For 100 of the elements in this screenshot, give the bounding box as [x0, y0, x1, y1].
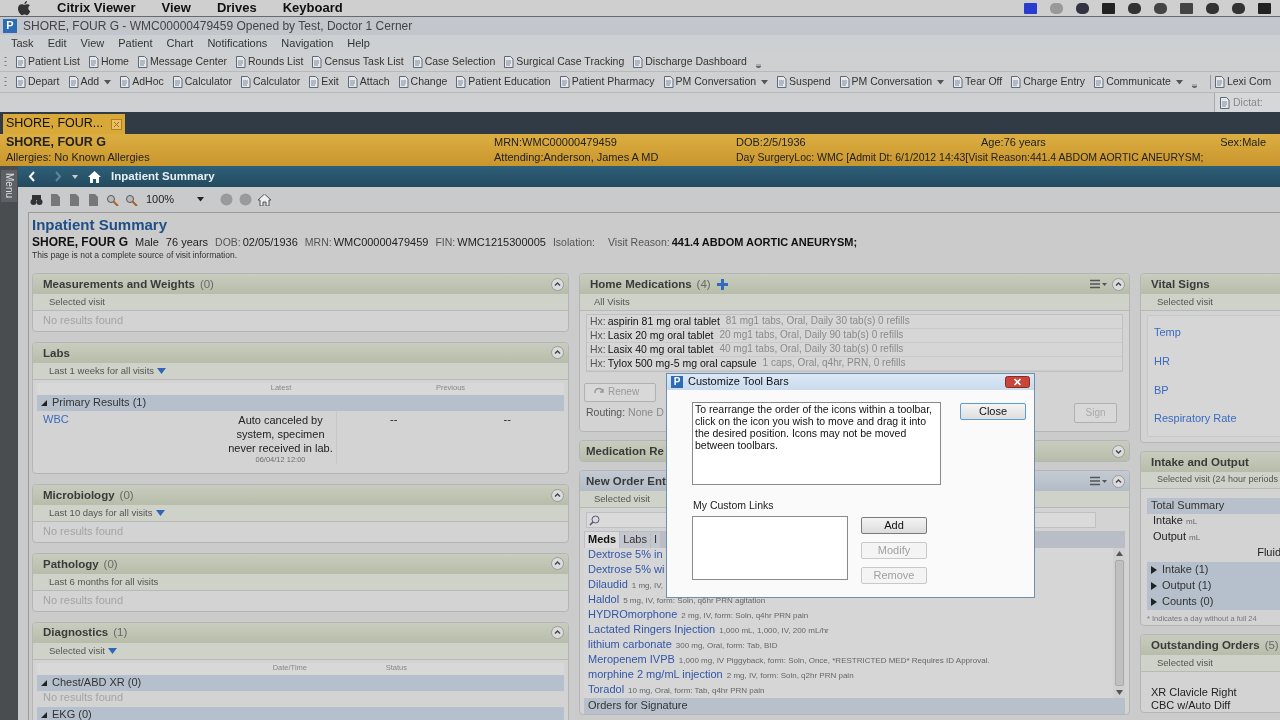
close-icon[interactable] — [1005, 376, 1030, 388]
menu-item[interactable]: Task — [11, 36, 34, 51]
toolbar-button[interactable]: Depart — [15, 75, 60, 89]
toolbar-button[interactable]: Attach — [346, 75, 390, 89]
order-link[interactable]: Toradol — [588, 683, 625, 697]
menu-item[interactable]: Help — [347, 36, 370, 51]
collapsed-triangle-icon[interactable] — [1151, 566, 1158, 574]
dialog-button[interactable]: Add — [861, 517, 927, 534]
expanded-triangle-icon[interactable] — [41, 710, 48, 719]
toolbar-button[interactable]: Exit — [308, 75, 339, 89]
dropdown-caret-icon[interactable] — [157, 367, 167, 374]
menu-item[interactable]: Navigation — [281, 36, 334, 51]
status-icon[interactable] — [1075, 1, 1090, 15]
document-icon[interactable] — [68, 193, 81, 206]
vital-sign-link[interactable]: HR — [1148, 354, 1280, 369]
dropdown-caret-icon[interactable] — [155, 510, 165, 517]
toolbar-button[interactable]: Communicate — [1093, 75, 1183, 89]
order-link[interactable]: Dextrose 5% in — [588, 548, 663, 562]
menu-bar-item[interactable]: Citrix Viewer — [57, 0, 136, 17]
binoculars-icon[interactable] — [30, 193, 43, 206]
caret-icon[interactable] — [72, 174, 78, 179]
tab[interactable]: Meds — [585, 532, 620, 548]
home-icon[interactable] — [258, 193, 271, 206]
list-menu-icon[interactable] — [1090, 279, 1107, 289]
group-row[interactable]: Output (1) — [1147, 578, 1280, 594]
expanded-triangle-icon[interactable] — [41, 678, 48, 687]
menu-item[interactable]: View — [80, 36, 105, 51]
menu-bar-item[interactable]: Keyboard — [282, 0, 343, 17]
toolbar-button[interactable]: PM Conversation — [838, 75, 945, 89]
toolbar-button[interactable]: Patient List — [15, 54, 80, 69]
order-link[interactable]: Haldol — [588, 593, 620, 607]
collapse-icon[interactable] — [1112, 277, 1125, 291]
status-icon[interactable] — [1023, 1, 1038, 15]
order-link[interactable]: Dextrose 5% wi — [588, 563, 665, 577]
toolbar-button[interactable]: Lexi Com — [1209, 75, 1272, 89]
document-icon[interactable] — [49, 193, 62, 206]
status-icon[interactable] — [1179, 1, 1194, 15]
menu-bar-item[interactable]: View — [161, 0, 191, 17]
document-icon[interactable] — [87, 193, 100, 206]
menu-item[interactable]: Notifications — [207, 36, 268, 51]
toolbar-button[interactable]: Suspend — [776, 75, 831, 89]
home-icon[interactable] — [88, 170, 101, 183]
scroll-up-icon[interactable] — [1115, 551, 1123, 556]
custom-links-list[interactable] — [692, 516, 848, 580]
menu-item[interactable]: Edit — [47, 36, 67, 51]
toolbar-button[interactable]: Home — [87, 54, 129, 69]
collapsed-triangle-icon[interactable] — [1151, 598, 1158, 606]
toolbar-button[interactable]: Patient Education — [455, 75, 551, 89]
collapsed-triangle-icon[interactable] — [1151, 582, 1158, 590]
close-button[interactable]: Close — [960, 403, 1026, 420]
menu-item[interactable]: Chart — [166, 36, 194, 51]
status-icon[interactable] — [1153, 1, 1168, 15]
status-icon[interactable] — [1127, 1, 1142, 15]
zoom-dropdown[interactable]: 100% — [144, 191, 206, 208]
zoom-in-icon[interactable] — [125, 193, 138, 206]
toolbar-button[interactable]: Calculator — [240, 75, 301, 89]
toolbar-button[interactable]: Message Center — [136, 54, 227, 69]
toolbar-button[interactable]: Census Task List — [311, 54, 404, 69]
status-icon[interactable] — [1231, 1, 1246, 15]
collapse-icon[interactable] — [551, 626, 564, 640]
menu-item[interactable]: Patient — [118, 36, 153, 51]
toolbar-button[interactable]: AdHoc — [119, 75, 164, 89]
menu-bar-item[interactable]: Drives — [216, 0, 257, 17]
group-row[interactable]: EKG (0) — [37, 706, 564, 720]
order-link[interactable]: HYDROmorphone — [588, 608, 678, 622]
patient-tab[interactable]: SHORE, FOUR... — [3, 114, 126, 134]
status-icon[interactable] — [1101, 1, 1116, 15]
scroll-down-icon[interactable] — [1115, 690, 1123, 695]
order-link[interactable]: Lactated Ringers Injection — [588, 623, 716, 637]
status-icon[interactable] — [1257, 1, 1272, 15]
status-icon[interactable] — [1205, 1, 1220, 15]
toolbar-button[interactable]: Change — [397, 75, 448, 89]
collapse-icon[interactable] — [551, 557, 564, 571]
collapse-icon[interactable] — [551, 277, 564, 291]
vital-sign-link[interactable]: BP — [1148, 383, 1280, 398]
toolbar-button[interactable]: Charge Entry — [1010, 75, 1086, 89]
toolbar-button[interactable]: Surgical Case Tracking — [503, 54, 625, 69]
order-link[interactable]: Meropenem IVPB — [588, 653, 675, 667]
toolbar-button[interactable]: Discharge Dashboard — [632, 54, 747, 69]
back-icon[interactable] — [28, 171, 36, 182]
tab[interactable]: I — [651, 532, 661, 548]
toolbar-button[interactable]: Add — [67, 75, 112, 89]
side-menu-tab[interactable]: Menu — [1, 170, 17, 202]
collapse-icon[interactable] — [1112, 474, 1125, 488]
dropdown-caret-icon[interactable] — [108, 647, 117, 654]
vital-sign-link[interactable]: Respiratory Rate — [1148, 412, 1280, 426]
lab-name-link[interactable]: WBC — [37, 410, 225, 465]
toolbar-button[interactable]: Calculator — [171, 75, 232, 89]
vital-sign-link[interactable]: Temp — [1148, 326, 1280, 340]
tab[interactable]: Labs — [620, 532, 650, 548]
scrollbar[interactable] — [1113, 548, 1125, 698]
group-row[interactable]: Intake (1) — [1147, 562, 1280, 578]
group-row[interactable]: Counts (0) — [1147, 594, 1280, 610]
expanded-triangle-icon[interactable] — [41, 398, 48, 407]
toolbar-button[interactable]: Tear Off — [952, 75, 1003, 89]
toolbar-button[interactable]: Rounds List — [235, 54, 304, 69]
collapse-icon[interactable] — [551, 488, 564, 502]
order-link[interactable]: Dilaudid — [588, 578, 628, 592]
apple-logo-icon[interactable] — [18, 0, 31, 16]
list-menu-icon[interactable] — [1090, 476, 1107, 486]
